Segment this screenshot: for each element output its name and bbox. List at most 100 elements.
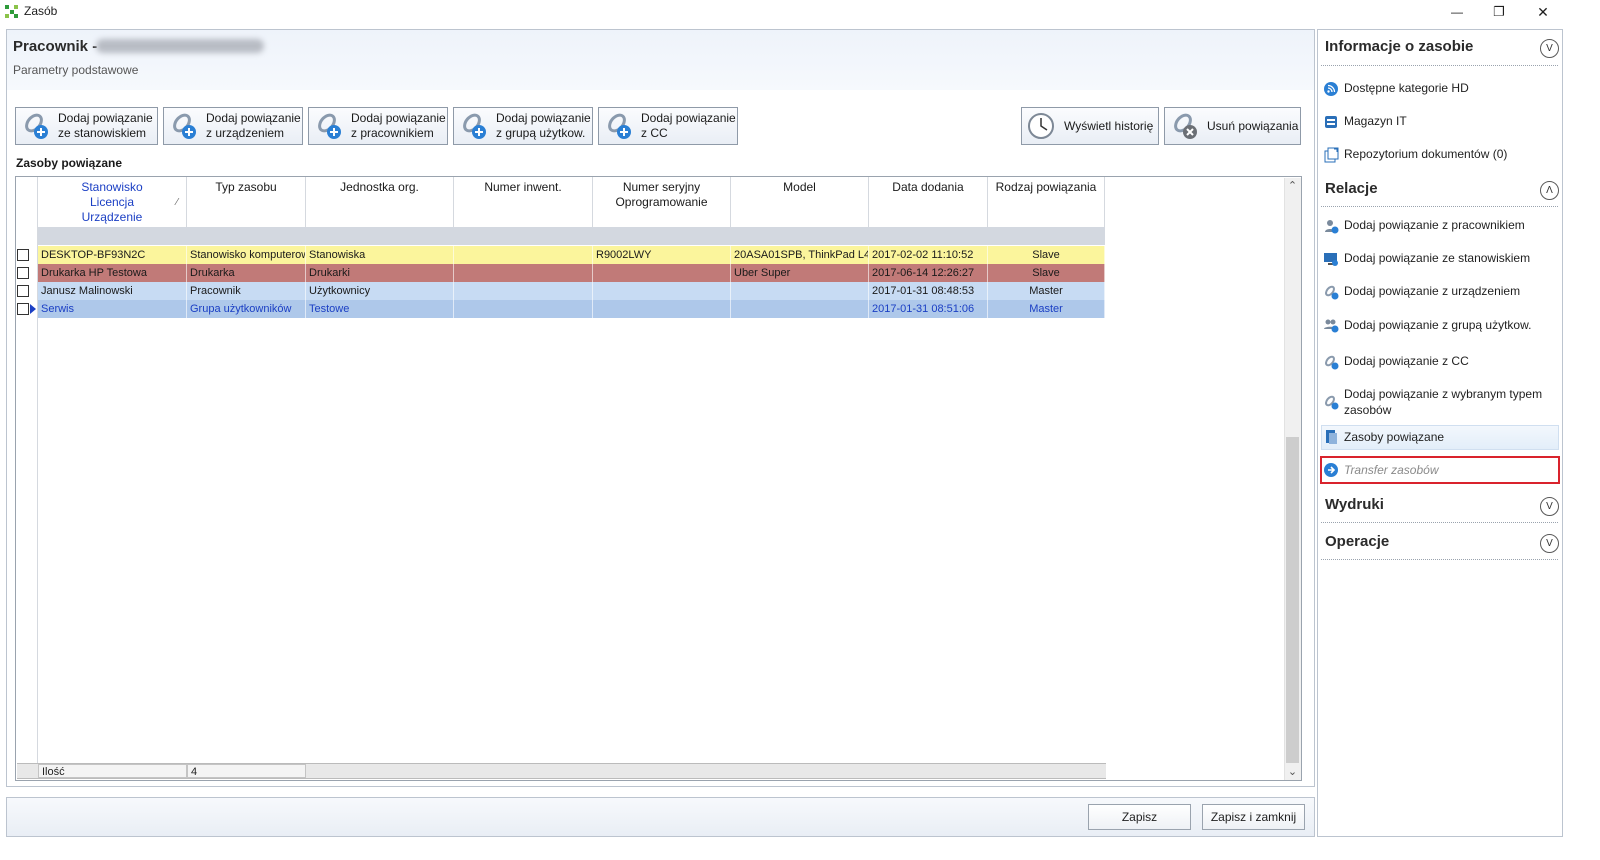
relations-item-linked-resources[interactable]: Zasoby powiązane xyxy=(1344,429,1444,445)
save-and-close-button[interactable]: Zapisz i zamknij xyxy=(1202,804,1305,830)
relations-item-add-cc[interactable]: Dodaj powiązanie z CC xyxy=(1344,353,1469,369)
table-cell-relation: Slave xyxy=(988,264,1105,282)
column-header-serial[interactable]: Numer seryjny Oprogramowanie xyxy=(593,177,731,227)
prints-section-title[interactable]: Wydruki xyxy=(1325,496,1384,513)
column-header-unit[interactable]: Jednostka org. xyxy=(306,177,454,227)
column-header-model[interactable]: Model xyxy=(731,177,869,227)
row-checkbox[interactable] xyxy=(17,267,29,279)
column-header-label: Numer seryjny Oprogramowanie xyxy=(615,180,708,209)
relations-item-add-group[interactable]: Dodaj powiązanie z grupą użytkow. xyxy=(1344,317,1531,333)
link-remove-icon xyxy=(1174,113,1197,139)
redacted-employee-name xyxy=(96,39,264,53)
section-divider xyxy=(1321,206,1558,207)
table-cell-date: 2017-01-31 08:48:53 xyxy=(869,282,988,300)
table-cell-serial xyxy=(593,282,731,300)
column-header-date[interactable]: Data dodania xyxy=(869,177,988,227)
info-item-document-repository[interactable]: Repozytorium dokumentów (0) xyxy=(1344,146,1507,162)
table-cell-inventory xyxy=(454,264,593,282)
relations-item-transfer-resources[interactable]: Transfer zasobów xyxy=(1344,462,1438,478)
section-divider xyxy=(1321,65,1558,66)
link-workstation-icon xyxy=(1324,253,1338,266)
column-header-label: Typ zasobu xyxy=(215,180,277,194)
button-label: Dodaj powiązanie z urządzeniem xyxy=(206,111,301,140)
add-employee-link-button[interactable]: Dodaj powiązanie z pracownikiem xyxy=(308,107,448,145)
minimize-button[interactable]: — xyxy=(1434,0,1480,24)
section-divider xyxy=(1321,522,1558,523)
title-bar xyxy=(0,0,1600,24)
info-section-toggle-icon[interactable]: V xyxy=(1540,39,1559,58)
add-cc-link-button[interactable]: Dodaj powiązanie z CC xyxy=(598,107,738,145)
table-cell-name: Janusz Malinowski xyxy=(38,282,187,300)
save-button[interactable]: Zapisz xyxy=(1088,804,1191,830)
relations-item-add-selected-type[interactable]: Dodaj powiązanie z wybranym typem zasobó… xyxy=(1344,386,1542,418)
button-label: Usuń powiązania xyxy=(1207,118,1299,133)
linked-resources-icon xyxy=(1326,430,1337,444)
relations-item-add-workstation[interactable]: Dodaj powiązanie ze stanowiskiem xyxy=(1344,250,1530,266)
table-cell-name: Drukarka HP Testowa xyxy=(38,264,187,282)
section-divider xyxy=(1321,559,1558,560)
table-cell-model xyxy=(731,282,869,300)
link-add-icon xyxy=(608,113,631,139)
table-cell-unit: Użytkownicy xyxy=(306,282,454,300)
restore-icon: ❐ xyxy=(1493,4,1505,19)
column-header-label: Model xyxy=(783,180,816,194)
column-header-resource[interactable]: Stanowisko Licencja Urządzenie ⁄ xyxy=(38,177,187,227)
table-cell-type: Stanowisko komputerowe xyxy=(187,246,306,264)
table-cell-name: DESKTOP-BF93N2C xyxy=(38,246,187,264)
row-checkbox[interactable] xyxy=(17,303,29,315)
table-cell-relation: Master xyxy=(988,282,1105,300)
info-item-it-warehouse[interactable]: Magazyn IT xyxy=(1344,113,1407,129)
row-checkbox[interactable] xyxy=(17,249,29,261)
button-label: Dodaj powiązanie z pracownikiem xyxy=(351,111,446,140)
column-header-type[interactable]: Typ zasobu xyxy=(187,177,306,227)
prints-section-toggle-icon[interactable]: V xyxy=(1540,497,1559,516)
app-icon xyxy=(5,5,18,18)
linked-resources-label: Zasoby powiązane xyxy=(16,156,123,170)
relations-item-add-employee[interactable]: Dodaj powiązanie z pracownikiem xyxy=(1344,217,1525,233)
sort-indicator-icon: ⁄ xyxy=(176,197,178,208)
scroll-down-icon[interactable]: ⌄ xyxy=(1285,765,1300,779)
table-cell-type: Grupa użytkowników xyxy=(187,300,306,318)
filter-row[interactable] xyxy=(38,227,1105,245)
scrollbar-thumb[interactable] xyxy=(1286,437,1299,763)
link-add-icon xyxy=(25,113,48,139)
add-workstation-link-button[interactable]: Dodaj powiązanie ze stanowiskiem xyxy=(15,107,158,145)
close-icon: ✕ xyxy=(1537,3,1549,20)
table-cell-inventory xyxy=(454,300,593,318)
operations-section-title[interactable]: Operacje xyxy=(1325,533,1389,550)
table-cell-relation: Master xyxy=(988,300,1105,318)
table-cell-type: Drukarka xyxy=(187,264,306,282)
table-cell-relation: Slave xyxy=(988,246,1105,264)
relations-item-add-device[interactable]: Dodaj powiązanie z urządzeniem xyxy=(1344,283,1520,299)
info-item-hd-categories[interactable]: Dostępne kategorie HD xyxy=(1344,80,1469,96)
button-label: Dodaj powiązanie ze stanowiskiem xyxy=(58,111,153,140)
column-header-relation[interactable]: Rodzaj powiązania xyxy=(988,177,1105,227)
column-header-inventory[interactable]: Numer inwent. xyxy=(454,177,593,227)
button-label: Wyświetl historię xyxy=(1064,118,1154,133)
add-device-link-button[interactable]: Dodaj powiązanie z urządzeniem xyxy=(163,107,303,145)
show-history-button[interactable]: Wyświetl historię xyxy=(1021,107,1159,145)
row-checkbox[interactable] xyxy=(17,285,29,297)
link-add-icon xyxy=(173,113,196,139)
scroll-up-icon[interactable]: ⌃ xyxy=(1285,179,1300,193)
operations-section-toggle-icon[interactable]: V xyxy=(1540,534,1559,553)
document-repository-icon xyxy=(1324,147,1339,163)
table-cell-date: 2017-01-31 08:51:06 xyxy=(869,300,988,318)
table-cell-inventory xyxy=(454,282,593,300)
info-section-title[interactable]: Informacje o zasobie xyxy=(1325,38,1473,55)
relations-section-title[interactable]: Relacje xyxy=(1325,180,1378,197)
link-employee-icon xyxy=(1325,220,1339,234)
table-cell-type: Pracownik xyxy=(187,282,306,300)
table-cell-name: Serwis xyxy=(38,300,187,318)
remove-links-button[interactable]: Usuń powiązania xyxy=(1164,107,1301,145)
link-resource-type-icon xyxy=(1325,395,1339,410)
restore-button[interactable]: ❐ xyxy=(1476,0,1522,24)
footer-count-label: Ilość xyxy=(38,764,187,778)
close-button[interactable]: ✕ xyxy=(1520,0,1566,24)
table-cell-model: Uber Super xyxy=(731,264,869,282)
minimize-icon: — xyxy=(1451,5,1463,19)
add-group-link-button[interactable]: Dodaj powiązanie z grupą użytkow. xyxy=(453,107,593,145)
relations-section-toggle-icon[interactable]: Λ xyxy=(1540,181,1559,200)
link-group-icon xyxy=(1324,319,1339,333)
window-title: Zasób xyxy=(24,4,58,18)
